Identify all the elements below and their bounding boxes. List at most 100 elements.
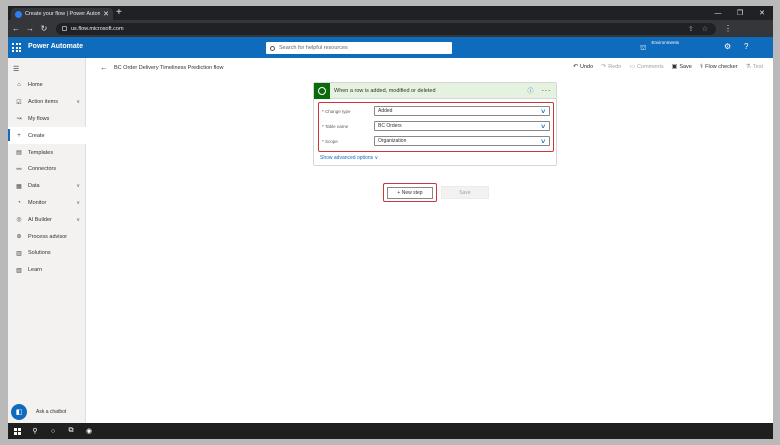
- more-options-icon[interactable]: ···: [542, 86, 552, 95]
- data-icon: ▦: [16, 183, 22, 190]
- comments-button[interactable]: ▭ Comments: [629, 63, 664, 71]
- test-button[interactable]: ⚗ Test: [746, 63, 763, 71]
- sidebar-item-home[interactable]: ⌂ Home: [8, 77, 86, 94]
- windows-taskbar: ⚲ ○ ⧉ ◉: [8, 423, 773, 439]
- save-button[interactable]: ▣ Save: [671, 63, 692, 71]
- save-label: Save: [679, 63, 692, 70]
- lock-icon: [62, 26, 67, 31]
- chevron-down-icon[interactable]: ∨: [76, 99, 80, 105]
- save-disk-icon: ▣: [671, 64, 678, 70]
- sidebar-item-action-items[interactable]: ☑ Action items ∨: [8, 94, 86, 111]
- field-label: * Table name: [322, 123, 349, 129]
- flow-checker-button[interactable]: ⚕ Flow checker: [699, 63, 738, 71]
- stethoscope-icon: ⚕: [699, 64, 704, 70]
- share-icon[interactable]: ⇪: [688, 25, 694, 33]
- trigger-fields-highlight: * Change type Added ∨ * Table name BC Or…: [318, 102, 554, 152]
- show-advanced-options-link[interactable]: Show advanced options ∨: [320, 155, 378, 161]
- sidebar-item-label: Monitor: [28, 199, 47, 206]
- back-arrow-icon[interactable]: ←: [100, 63, 108, 72]
- sidebar-item-templates[interactable]: ▤ Templates: [8, 144, 86, 161]
- save-flow-button[interactable]: Save: [441, 186, 489, 199]
- sidebar-item-label: Create: [28, 132, 45, 139]
- table-name-dropdown[interactable]: BC Orders ∨: [374, 121, 550, 131]
- sidebar-item-monitor[interactable]: ◔ Monitor ∨: [8, 195, 86, 212]
- scope-dropdown[interactable]: Organization ∨: [374, 136, 550, 146]
- ai-builder-icon: ◎: [16, 217, 22, 224]
- sidebar-item-ai-builder[interactable]: ◎ AI Builder ∨: [8, 211, 86, 228]
- sidebar-item-label: My flows: [28, 115, 50, 122]
- sidebar-item-solutions[interactable]: ▥ Solutions: [8, 245, 86, 262]
- change-type-dropdown[interactable]: Added ∨: [374, 106, 550, 116]
- settings-gear-icon[interactable]: ⚙: [724, 42, 731, 51]
- close-tab-icon[interactable]: ✕: [103, 11, 109, 18]
- sidebar-item-learn[interactable]: ▧ Learn: [8, 262, 86, 279]
- chevron-down-icon[interactable]: ∨: [76, 183, 80, 189]
- sidebar-item-connectors[interactable]: ⚯ Connectors: [8, 161, 86, 178]
- app-name[interactable]: Power Automate: [28, 43, 83, 50]
- test-label: Test: [752, 63, 763, 70]
- home-icon: ⌂: [17, 82, 21, 89]
- browser-tabstrip: Create your flow | Power Automate ✕ + — …: [8, 6, 773, 20]
- trigger-title: When a row is added, modified or deleted: [334, 87, 436, 94]
- dataverse-logo-icon: [314, 82, 330, 99]
- sidebar-item-label: Templates: [28, 149, 54, 156]
- field-label: * Change type: [322, 108, 351, 114]
- chatbot-label[interactable]: Ask a chatbot: [36, 409, 66, 415]
- window-close-icon[interactable]: ✕: [751, 6, 773, 20]
- trigger-card: When a row is added, modified or deleted…: [313, 82, 557, 166]
- app-header: Power Automate Search for helpful resour…: [8, 37, 773, 58]
- chrome-taskbar-icon[interactable]: ◉: [80, 423, 98, 439]
- search-icon[interactable]: ⚲: [26, 423, 44, 439]
- forward-icon[interactable]: →: [24, 20, 36, 37]
- browser-menu-icon[interactable]: ⋮: [724, 24, 732, 33]
- tab-title: Create your flow | Power Automate: [25, 11, 101, 17]
- field-value: Organization: [378, 138, 407, 144]
- new-step-button[interactable]: + New step: [387, 186, 433, 199]
- search-input[interactable]: Search for helpful resources: [266, 42, 452, 54]
- undo-icon: ↶: [573, 64, 579, 70]
- app-launcher-icon[interactable]: [12, 43, 21, 52]
- chevron-down-icon[interactable]: ∨: [76, 200, 80, 206]
- flow-name: BC Order Delivery Timeliness Prediction …: [114, 64, 224, 71]
- templates-icon: ▤: [16, 150, 22, 157]
- comment-icon: ▭: [629, 64, 636, 70]
- undo-button[interactable]: ↶ Undo: [573, 63, 593, 71]
- new-tab-icon[interactable]: +: [116, 7, 122, 19]
- task-view-icon[interactable]: ⧉: [62, 423, 80, 439]
- maximize-icon[interactable]: ❐: [729, 6, 751, 20]
- sidebar-item-label: Process advisor: [28, 233, 68, 240]
- environments-label: Environments: [651, 40, 679, 45]
- cortana-icon[interactable]: ○: [44, 423, 62, 439]
- sidebar-item-my-flows[interactable]: ↝ My flows: [8, 111, 86, 128]
- flow-icon: ↝: [16, 116, 22, 123]
- comments-label: Comments: [637, 63, 664, 70]
- scope-field: * Scope Organization ∨: [322, 136, 550, 146]
- chatbot-icon[interactable]: ◧: [11, 404, 27, 420]
- redo-label: Redo: [608, 63, 622, 70]
- sidebar-item-label: Action items: [28, 99, 58, 106]
- help-question-icon[interactable]: ?: [744, 42, 748, 51]
- environment-picker[interactable]: ⛫ Environments: [640, 40, 679, 53]
- environment-icon: ⛫: [640, 45, 647, 52]
- chevron-down-icon[interactable]: ∨: [76, 217, 80, 223]
- reload-icon[interactable]: ↻: [38, 20, 50, 37]
- browser-tab[interactable]: Create your flow | Power Automate ✕: [11, 8, 113, 20]
- help-circle-icon[interactable]: ⓘ: [527, 86, 533, 95]
- redo-button[interactable]: ↷ Redo: [601, 63, 622, 71]
- sidebar-item-label: Home: [28, 82, 43, 89]
- address-bar: ← → ↻ us.flow.microsoft.com ⇪ ☆ ⋮: [8, 20, 773, 37]
- minimize-icon[interactable]: —: [707, 6, 729, 20]
- chevron-down-icon: ∨: [539, 108, 546, 115]
- trigger-card-header[interactable]: When a row is added, modified or deleted…: [314, 82, 556, 99]
- hamburger-menu-icon[interactable]: ☰: [13, 65, 19, 73]
- url-input[interactable]: us.flow.microsoft.com ⇪ ☆: [56, 22, 716, 35]
- sidebar-item-data[interactable]: ▦ Data ∨: [8, 178, 86, 195]
- sidebar-item-process-advisor[interactable]: ⊛ Process advisor: [8, 228, 86, 245]
- windows-start-icon[interactable]: [8, 423, 26, 439]
- bookmark-star-icon[interactable]: ☆: [702, 25, 708, 33]
- back-icon[interactable]: ←: [10, 20, 22, 37]
- sidebar-item-create[interactable]: + Create: [8, 127, 86, 145]
- checklist-icon: ☑: [16, 99, 22, 106]
- flow-checker-label: Flow checker: [705, 63, 738, 70]
- new-step-highlight: + New step: [383, 183, 437, 202]
